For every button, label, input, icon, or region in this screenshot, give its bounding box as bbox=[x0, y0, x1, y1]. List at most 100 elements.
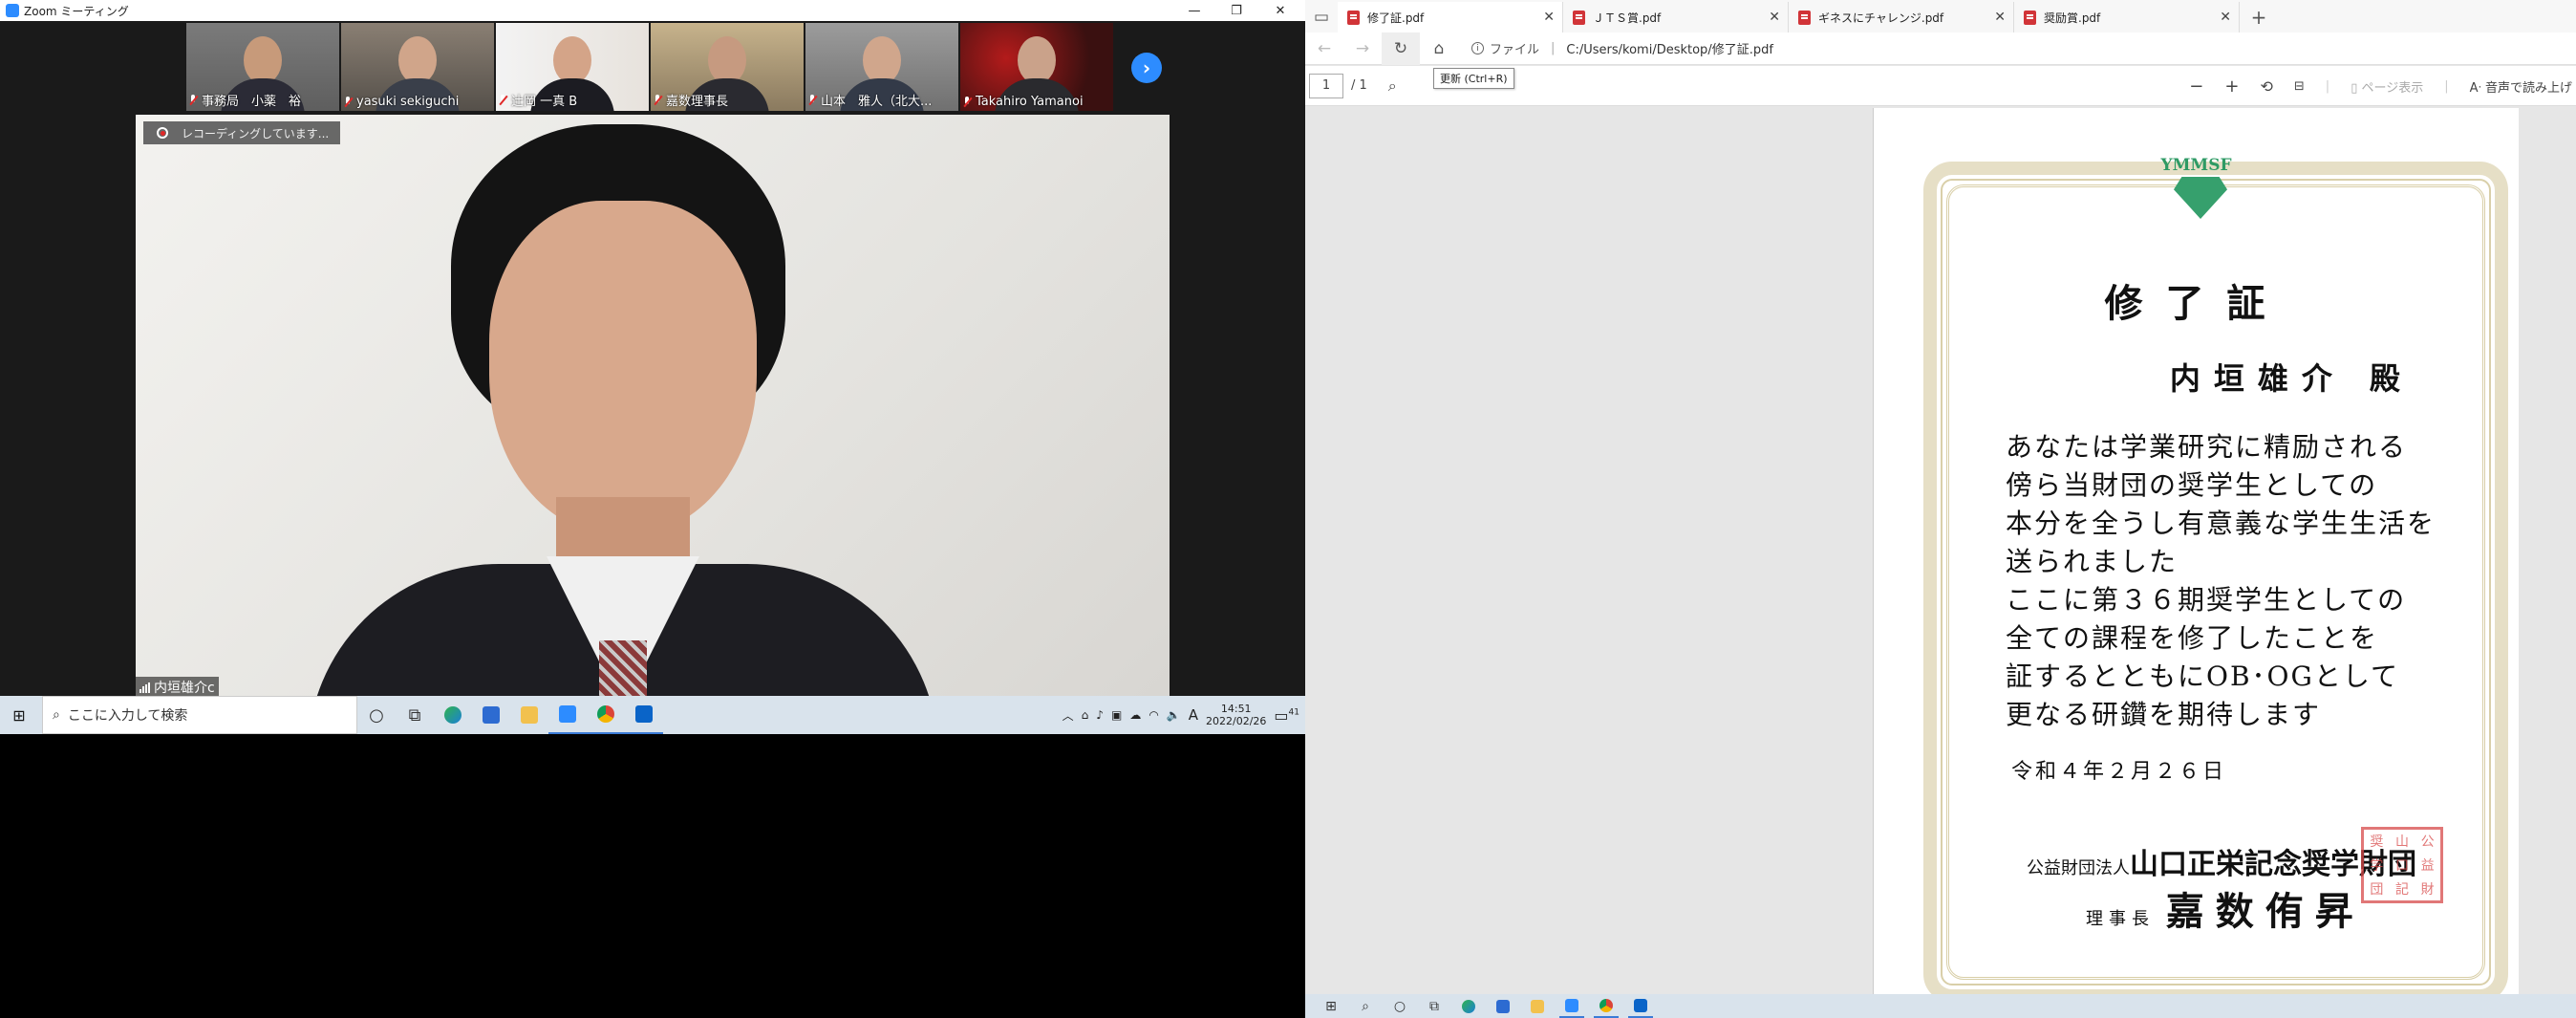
microphone-icon[interactable]: ♪ bbox=[1096, 708, 1104, 722]
participant-tile[interactable]: 事務局 小薬 裕 bbox=[186, 23, 339, 111]
zoom-app-icon[interactable] bbox=[1559, 994, 1584, 1018]
participant-name: yasuki sekiguchi bbox=[356, 95, 460, 109]
certificate-body-line: 証するとともにOB･OGとして bbox=[2006, 661, 2400, 692]
refresh-icon[interactable]: ↻ bbox=[1382, 32, 1420, 65]
tab-certificate-pdf[interactable]: 修了証.pdf ✕ bbox=[1338, 2, 1563, 32]
back-arrow-icon[interactable]: ← bbox=[1305, 32, 1343, 65]
task-view-icon[interactable]: ⧉ bbox=[396, 696, 434, 734]
chrome-app-icon[interactable] bbox=[587, 696, 625, 734]
pdf-file-icon bbox=[1798, 10, 1811, 25]
outlook-app-icon[interactable] bbox=[625, 696, 663, 734]
certificate-body-line: ここに第３６期奨学生としての bbox=[2006, 584, 2407, 616]
file-explorer-icon[interactable] bbox=[510, 696, 548, 734]
restore-button[interactable]: ❐ bbox=[1215, 0, 1257, 21]
edge-app-icon[interactable] bbox=[434, 696, 472, 734]
tab-encouragement-award-pdf[interactable]: 奨励賞.pdf ✕ bbox=[2014, 2, 2240, 32]
participant-tile[interactable]: 辻岡 一真 B bbox=[496, 23, 649, 111]
read-aloud-button[interactable]: Aᐧ 音声で読み上げ bbox=[2470, 77, 2572, 96]
pdf-right-tools: − + ⟲ ⊟ | ▯ ページ表示 | Aᐧ 音声で読み上げ bbox=[2189, 66, 2576, 106]
zoom-app-icon[interactable] bbox=[548, 696, 587, 734]
refresh-tooltip: 更新 (Ctrl+R) bbox=[1433, 68, 1514, 89]
pdf-file-icon bbox=[2024, 10, 2036, 25]
network-icon[interactable]: ⌂ bbox=[1082, 708, 1089, 722]
certificate-date: 令和４年２月２６日 bbox=[2011, 760, 2227, 784]
volume-icon[interactable]: 🔈 bbox=[1167, 708, 1181, 722]
show-hidden-icons-chevron-icon[interactable]: ︿ bbox=[1063, 707, 1074, 724]
certificate-organization: 公益財団法人山口正栄記念奨学財団 bbox=[2027, 840, 2416, 882]
tab-label: ギネスにチャレンジ.pdf bbox=[1818, 11, 1944, 25]
onedrive-icon[interactable]: ☁ bbox=[1129, 708, 1141, 722]
system-tray: ︿ ⌂ ♪ ▣ ☁ ◠ 🔈 A 14:51 2022/02/26 ▭41 bbox=[1063, 696, 1299, 734]
tab-jts-award-pdf[interactable]: ＪＴＳ賞.pdf ✕ bbox=[1563, 2, 1789, 32]
foundation-logo-text: YMMSF bbox=[2160, 156, 2232, 175]
participant-name: Takahiro Yamanoi bbox=[976, 95, 1084, 109]
zoom-in-icon[interactable]: + bbox=[2224, 76, 2239, 97]
edge-app-icon[interactable] bbox=[1456, 994, 1481, 1018]
recording-status-text: レコーディングしています... bbox=[182, 126, 330, 141]
tab-label: ＪＴＳ賞.pdf bbox=[1593, 11, 1662, 25]
site-info[interactable]: i ファイル bbox=[1471, 39, 1539, 57]
certificate-body-line: あなたは学業研究に精励される bbox=[2006, 431, 2408, 463]
toolbar-divider: | bbox=[2444, 78, 2449, 94]
certificate-body-line: 更なる研鑽を期待します bbox=[2006, 699, 2322, 730]
tab-close-icon[interactable]: ✕ bbox=[2220, 10, 2231, 25]
read-aloud-label: 音声で読み上げ bbox=[2484, 80, 2572, 96]
next-page-chevron-icon[interactable]: › bbox=[1131, 53, 1162, 83]
participant-tile[interactable]: 山本 雅人（北大... bbox=[805, 23, 958, 111]
signer-title: 理事長 bbox=[2086, 909, 2155, 929]
new-tab-plus-icon[interactable]: + bbox=[2240, 2, 2278, 32]
taskbar-search-box[interactable]: ⌕ ここに入力して検索 bbox=[42, 696, 357, 734]
fit-to-page-icon[interactable]: ⊟ bbox=[2294, 79, 2305, 94]
certificate-body-line: 送られました bbox=[2006, 546, 2179, 577]
chrome-app-icon[interactable] bbox=[1594, 994, 1619, 1018]
windows-start-icon[interactable]: ⊞ bbox=[1319, 994, 1343, 1018]
zoom-titlebar: Zoom ミーティング — ❐ ✕ bbox=[0, 0, 1305, 21]
taskbar-search-placeholder: ここに入力して検索 bbox=[67, 708, 188, 724]
clock-date: 2022/02/26 bbox=[1206, 715, 1267, 727]
rotate-icon[interactable]: ⟲ bbox=[2260, 77, 2272, 96]
tab-close-icon[interactable]: ✕ bbox=[1543, 10, 1555, 25]
page-view-button[interactable]: ▯ ページ表示 bbox=[2351, 77, 2423, 96]
close-button[interactable]: ✕ bbox=[1259, 0, 1301, 21]
certificate-body-line: 本分を全うし有意義な学生生活を bbox=[2006, 508, 2436, 539]
camera-icon[interactable]: ▣ bbox=[1111, 708, 1122, 722]
info-icon: i bbox=[1471, 42, 1484, 54]
signer-name: 嘉数侑昇 bbox=[2165, 889, 2365, 934]
participant-tile[interactable]: yasuki sekiguchi bbox=[341, 23, 494, 111]
participant-name: 辻岡 一真 B bbox=[511, 95, 578, 109]
file-explorer-icon[interactable] bbox=[1525, 994, 1550, 1018]
pdf-file-icon bbox=[1573, 10, 1585, 25]
pdf-viewer-area[interactable]: YMMSF 修了証 内垣雄介 殿 あなたは学業研究に精励される 傍ら当財団の奨学… bbox=[1305, 106, 2576, 994]
url-text[interactable]: C:/Users/komi/Desktop/修了証.pdf bbox=[1566, 39, 1773, 57]
participant-tile[interactable]: 嘉数理事長 bbox=[651, 23, 804, 111]
taskbar-clock[interactable]: 14:51 2022/02/26 bbox=[1206, 703, 1266, 727]
tab-close-icon[interactable]: ✕ bbox=[1769, 10, 1780, 25]
windows-start-icon[interactable]: ⊞ bbox=[0, 696, 38, 734]
active-speaker-video bbox=[136, 115, 1170, 696]
wifi-icon[interactable]: ◠ bbox=[1148, 708, 1158, 722]
store-app-icon[interactable] bbox=[1491, 994, 1515, 1018]
minimize-button[interactable]: — bbox=[1173, 0, 1215, 21]
certificate-signer: 理事長 嘉数侑昇 bbox=[2086, 880, 2365, 936]
zoom-out-icon[interactable]: − bbox=[2189, 76, 2203, 97]
cortana-icon[interactable]: ○ bbox=[357, 696, 396, 734]
search-icon[interactable]: ⌕ bbox=[1353, 994, 1378, 1018]
notification-center-icon[interactable]: ▭41 bbox=[1274, 706, 1299, 725]
participant-tile[interactable]: Takahiro Yamanoi bbox=[960, 23, 1113, 111]
outlook-app-icon[interactable] bbox=[1628, 994, 1653, 1018]
forward-arrow-icon[interactable]: → bbox=[1343, 32, 1382, 65]
mic-muted-icon bbox=[962, 96, 972, 108]
task-view-icon[interactable]: ⧉ bbox=[1422, 994, 1447, 1018]
page-number-input[interactable]: 1 bbox=[1309, 73, 1343, 98]
find-search-icon[interactable]: ⌕ bbox=[1388, 76, 1397, 96]
certificate-title: 修了証 bbox=[2104, 281, 2288, 326]
cortana-icon[interactable]: ○ bbox=[1387, 994, 1412, 1018]
ime-indicator[interactable]: A bbox=[1189, 706, 1198, 724]
tab-close-icon[interactable]: ✕ bbox=[1994, 10, 2006, 25]
store-app-icon[interactable] bbox=[472, 696, 510, 734]
home-icon[interactable]: ⌂ bbox=[1420, 32, 1458, 65]
tab-guinness-challenge-pdf[interactable]: ギネスにチャレンジ.pdf ✕ bbox=[1789, 2, 2014, 32]
url-scheme-label: ファイル bbox=[1490, 43, 1540, 57]
recording-indicator[interactable]: レコーディングしています... bbox=[143, 121, 340, 144]
tab-actions-icon[interactable]: ▭ bbox=[1305, 2, 1338, 32]
